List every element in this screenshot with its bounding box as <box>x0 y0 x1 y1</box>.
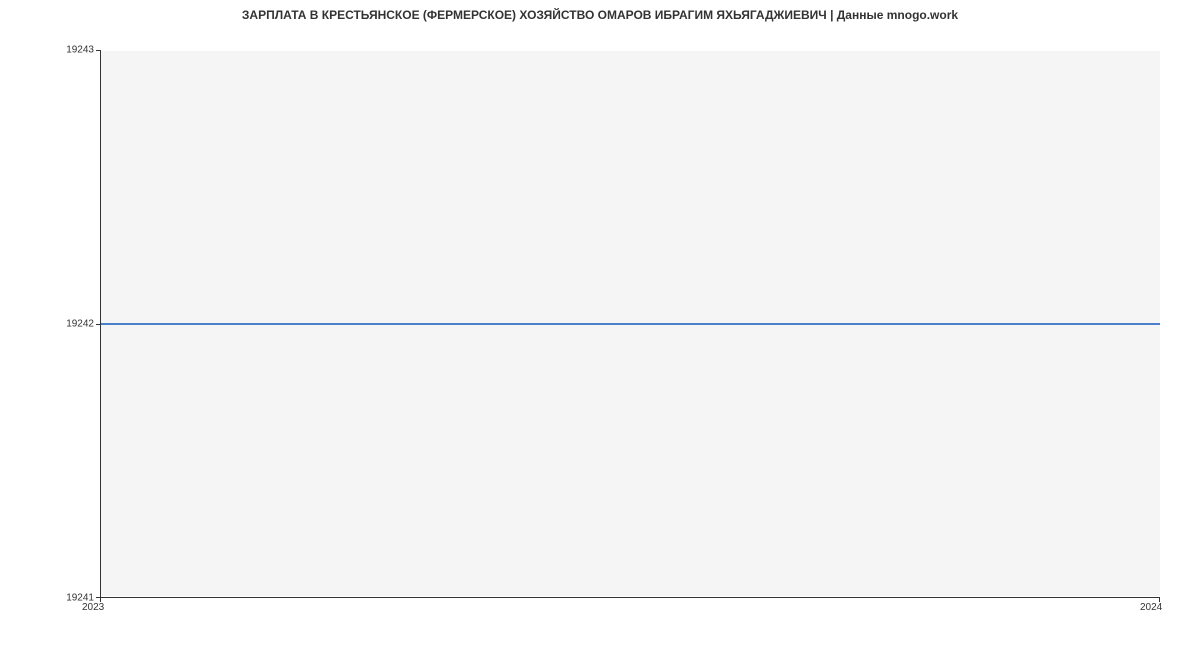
data-line <box>101 323 1160 325</box>
y-tick-label: 19243 <box>44 45 94 56</box>
plot-area <box>100 50 1160 598</box>
y-tick-label: 19242 <box>44 319 94 330</box>
chart-title: ЗАРПЛАТА В КРЕСТЬЯНСКОЕ (ФЕРМЕРСКОЕ) ХОЗ… <box>0 8 1200 22</box>
chart-container: ЗАРПЛАТА В КРЕСТЬЯНСКОЕ (ФЕРМЕРСКОЕ) ХОЗ… <box>0 0 1200 650</box>
x-tick-label: 2023 <box>82 602 104 613</box>
x-tick-label: 2024 <box>1140 602 1162 613</box>
